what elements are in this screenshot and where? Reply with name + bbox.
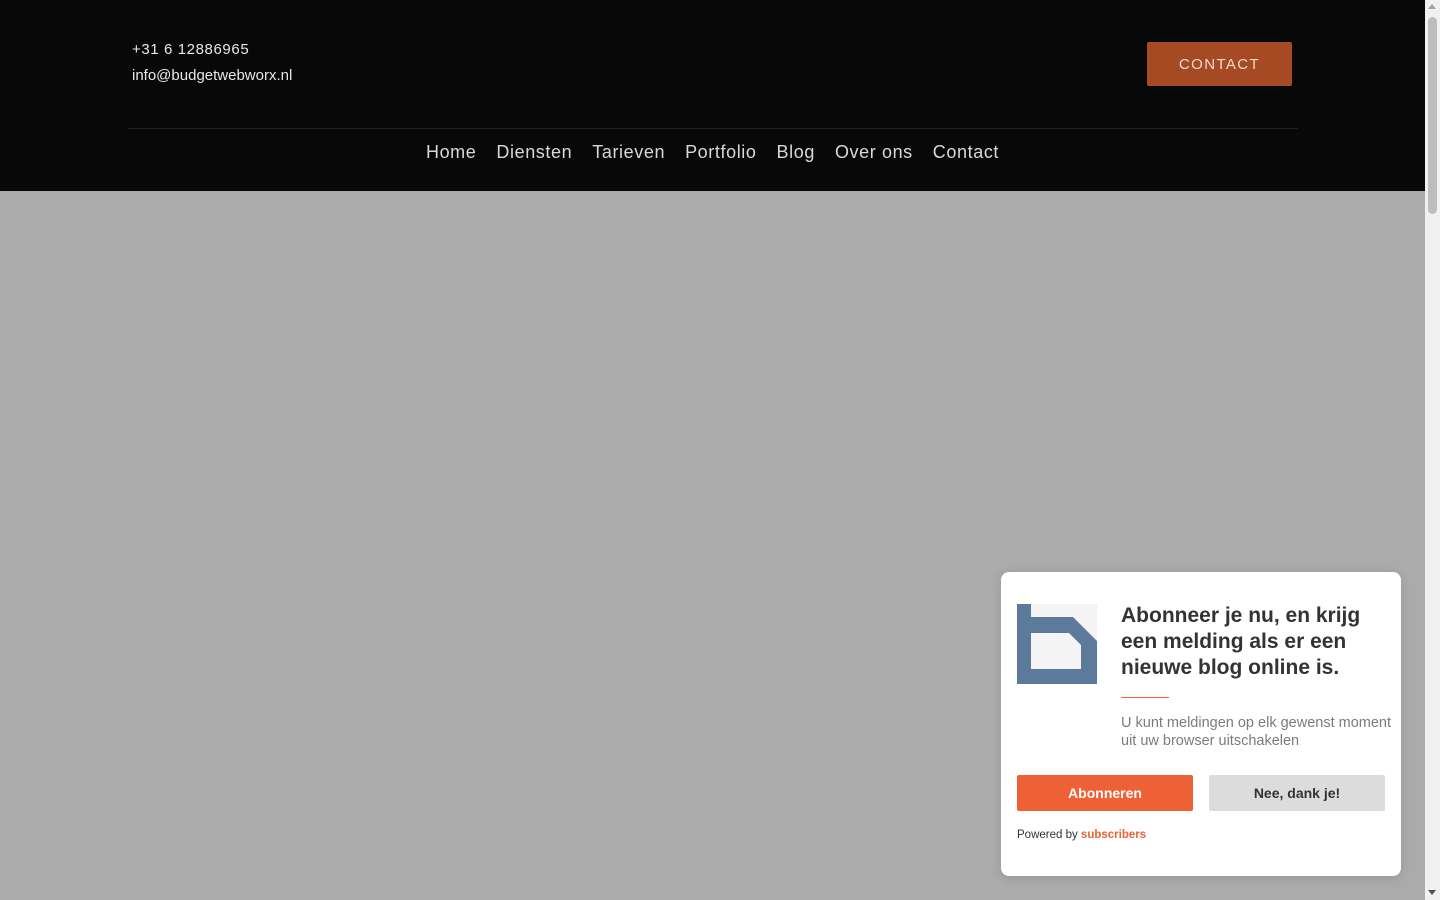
main-nav: Home Diensten Tarieven Portfolio Blog Ov…	[0, 140, 1425, 164]
nav-item-home[interactable]: Home	[426, 140, 476, 164]
scrollbar-thumb[interactable]	[1428, 17, 1437, 214]
subscribers-link[interactable]: subscribers	[1081, 829, 1146, 841]
powered-by-label: Powered by	[1017, 829, 1078, 841]
nav-item-over-ons[interactable]: Over ons	[835, 140, 913, 164]
subscribe-popup: Abonneer je nu, en krijg een melding als…	[1001, 572, 1401, 876]
budgetwebworx-logo-icon	[1017, 604, 1097, 684]
page: +31 6 12886965 info@budgetwebworx.nl CON…	[0, 0, 1440, 900]
header-divider	[128, 128, 1298, 129]
scroll-up-arrow-icon[interactable]	[1428, 4, 1436, 9]
page-scrollbar[interactable]	[1425, 0, 1440, 900]
logo-graphic	[1017, 604, 1097, 684]
nav-item-blog[interactable]: Blog	[777, 140, 815, 164]
site-header: +31 6 12886965 info@budgetwebworx.nl CON…	[0, 0, 1425, 191]
nav-item-portfolio[interactable]: Portfolio	[685, 140, 756, 164]
decline-button[interactable]: Nee, dank je!	[1209, 775, 1385, 811]
popup-title: Abonneer je nu, en krijg een melding als…	[1121, 604, 1361, 679]
subscribe-button[interactable]: Abonneren	[1017, 775, 1193, 811]
email-link[interactable]: info@budgetwebworx.nl	[132, 66, 292, 86]
nav-item-tarieven[interactable]: Tarieven	[592, 140, 665, 164]
contact-info: +31 6 12886965 info@budgetwebworx.nl	[132, 40, 292, 86]
powered-by: Powered by subscribers	[1017, 829, 1146, 841]
contact-button[interactable]: CONTACT	[1147, 42, 1292, 86]
popup-accent-rule	[1121, 697, 1169, 698]
phone-link[interactable]: +31 6 12886965	[132, 40, 292, 60]
nav-item-contact[interactable]: Contact	[933, 140, 999, 164]
nav-item-diensten[interactable]: Diensten	[496, 140, 572, 164]
popup-description: U kunt meldingen op elk gewenst moment u…	[1121, 715, 1392, 749]
scroll-down-arrow-icon[interactable]	[1428, 890, 1436, 895]
